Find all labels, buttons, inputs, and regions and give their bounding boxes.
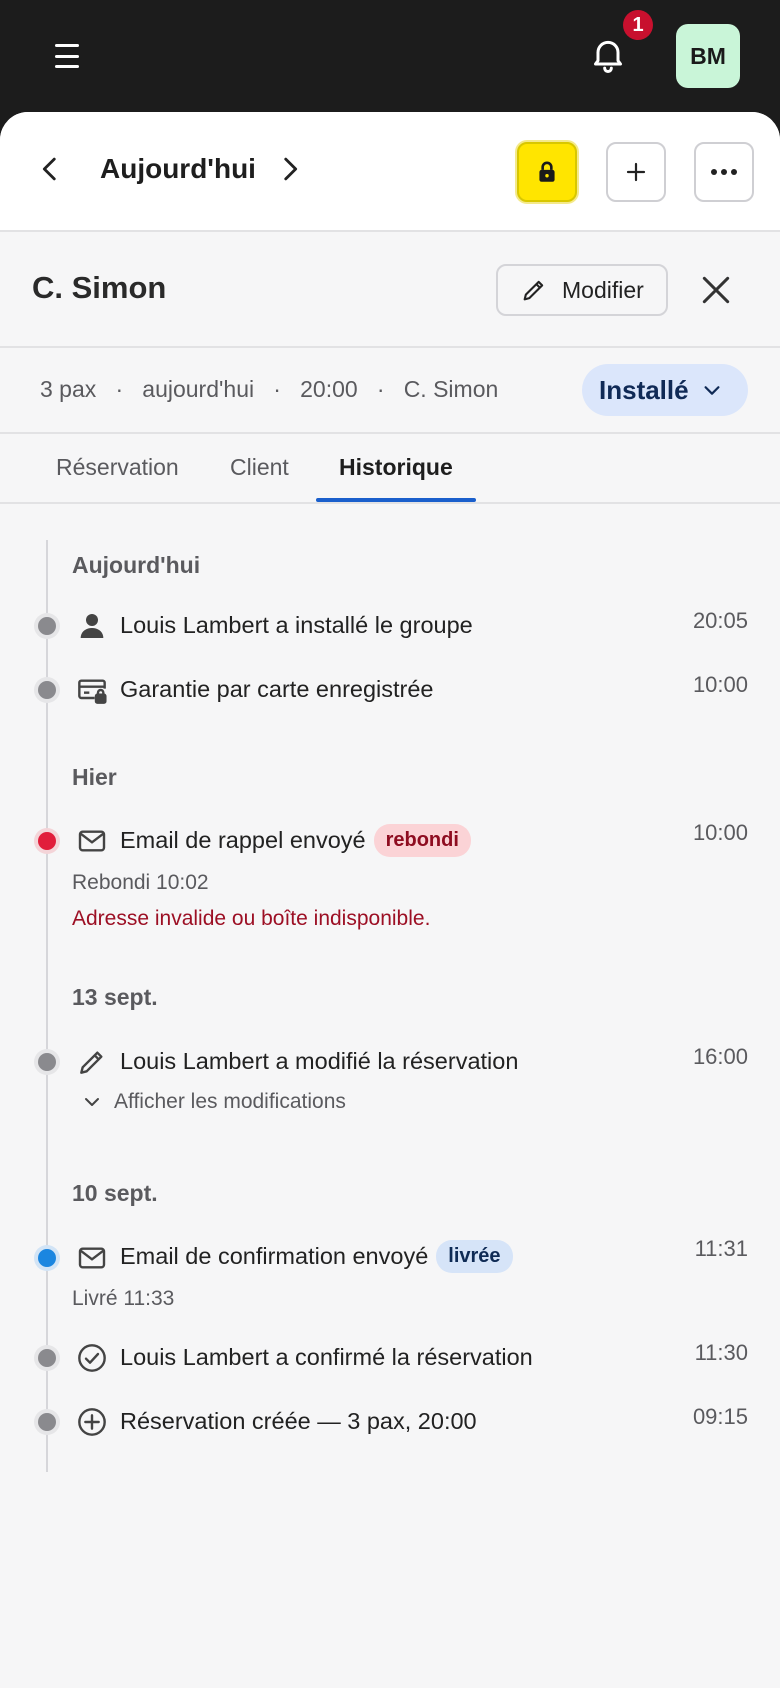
event-time: 10:00 — [692, 820, 748, 845]
card-lock-icon — [78, 679, 107, 704]
bounced-badge: rebondi — [373, 824, 471, 857]
event-text: Louis Lambert a confirmé la réservation — [120, 1344, 533, 1370]
reservation-summary-row: 3 pax · aujourd'hui · 20:00 · C. Simon I… — [0, 348, 780, 434]
mail-icon — [78, 830, 106, 852]
group-label-yesterday: Hier — [72, 764, 117, 790]
event-subtext: Rebondi 10:02 — [72, 871, 209, 894]
event-dot — [38, 1413, 56, 1431]
tab-reservation[interactable]: Réservation — [56, 454, 179, 481]
chevron-left-icon[interactable] — [33, 152, 67, 186]
current-date-title: Aujourd'hui — [100, 153, 256, 184]
event-text: Email de rappel envoyé — [120, 827, 366, 853]
reservation-summary: 3 pax · aujourd'hui · 20:00 · C. Simon — [40, 376, 498, 403]
chevron-right-icon[interactable] — [273, 152, 307, 186]
plus-icon — [626, 162, 646, 182]
event-subtext: Livré 11:33 — [72, 1287, 175, 1310]
reservation-sheet: Aujourd'hui C. Simon Modifier 3 pax · au… — [0, 112, 780, 1688]
top-app-bar: 1 BM — [0, 0, 780, 112]
event-time: 10:00 — [692, 672, 748, 697]
event-text-row: Email de rappel envoyé rebondi — [120, 824, 471, 857]
tab-bar: Réservation Client Historique — [0, 434, 780, 504]
event-time: 16:00 — [692, 1044, 748, 1069]
status-label: Installé — [599, 374, 689, 405]
user-avatar[interactable]: BM — [676, 24, 740, 88]
summary-day: aujourd'hui — [142, 376, 255, 402]
summary-separator: · — [115, 376, 124, 402]
guest-header: C. Simon Modifier — [0, 232, 780, 348]
history-timeline: Aujourd'hui Louis Lambert a installé le … — [0, 504, 780, 1504]
event-text: Garantie par carte enregistrée — [120, 676, 434, 702]
date-navigation-bar: Aujourd'hui — [0, 112, 780, 232]
show-changes-toggle[interactable]: Afficher les modifications — [80, 1090, 346, 1114]
status-dropdown[interactable]: Installé — [582, 364, 748, 416]
active-tab-indicator — [316, 498, 476, 502]
notification-count-badge: 1 — [623, 10, 653, 40]
group-label-sep10: 10 sept. — [72, 1180, 158, 1206]
event-dot — [38, 1053, 56, 1071]
pencil-icon — [80, 1051, 103, 1074]
event-text-row: Email de confirmation envoyé livrée — [120, 1240, 513, 1273]
person-icon — [80, 614, 104, 638]
event-dot — [38, 617, 56, 635]
mail-icon — [78, 1247, 106, 1269]
event-time: 09:15 — [692, 1404, 748, 1429]
add-button[interactable] — [606, 142, 666, 202]
summary-separator: · — [273, 376, 281, 402]
tab-client[interactable]: Client — [230, 454, 289, 481]
event-time: 20:05 — [692, 608, 748, 633]
edit-button-label: Modifier — [562, 276, 644, 303]
timeline-line — [46, 540, 48, 1472]
menu-icon[interactable] — [52, 42, 82, 70]
guest-name: C. Simon — [32, 270, 167, 305]
event-time: 11:30 — [694, 1340, 748, 1365]
pencil-icon — [523, 280, 544, 301]
event-error-text: Adresse invalide ou boîte indisponible. — [72, 907, 431, 930]
summary-guest: C. Simon — [403, 376, 499, 402]
group-label-sep13: 13 sept. — [72, 984, 158, 1010]
bell-icon[interactable] — [588, 34, 628, 74]
edit-button[interactable]: Modifier — [496, 264, 668, 316]
event-dot — [38, 1349, 56, 1367]
chevron-down-icon — [704, 386, 720, 395]
event-dot-error — [38, 832, 56, 850]
close-icon[interactable] — [696, 270, 736, 310]
event-text: Louis Lambert a installé le groupe — [120, 612, 473, 638]
plus-circle-icon — [78, 1408, 106, 1436]
lock-icon — [539, 161, 555, 182]
summary-time: 20:00 — [300, 376, 358, 402]
chevron-down-icon — [85, 1098, 99, 1106]
delivered-badge: livrée — [436, 1240, 513, 1273]
event-time: 11:31 — [694, 1236, 748, 1261]
more-horizontal-icon — [711, 169, 737, 175]
summary-pax: 3 pax — [40, 376, 97, 402]
lock-button[interactable] — [517, 142, 577, 202]
event-text: Email de confirmation envoyé — [120, 1243, 429, 1269]
group-label-today: Aujourd'hui — [72, 552, 201, 578]
summary-separator: · — [376, 376, 385, 402]
event-text: Réservation créée — 3 pax, 20:00 — [120, 1408, 477, 1434]
show-changes-label: Afficher les modifications — [114, 1090, 346, 1113]
event-dot-info — [38, 1249, 56, 1267]
more-options-button[interactable] — [694, 142, 754, 202]
event-dot — [38, 681, 56, 699]
tab-historique[interactable]: Historique — [339, 454, 453, 481]
check-circle-icon — [78, 1344, 106, 1372]
event-text: Louis Lambert a modifié la réservation — [120, 1048, 519, 1074]
